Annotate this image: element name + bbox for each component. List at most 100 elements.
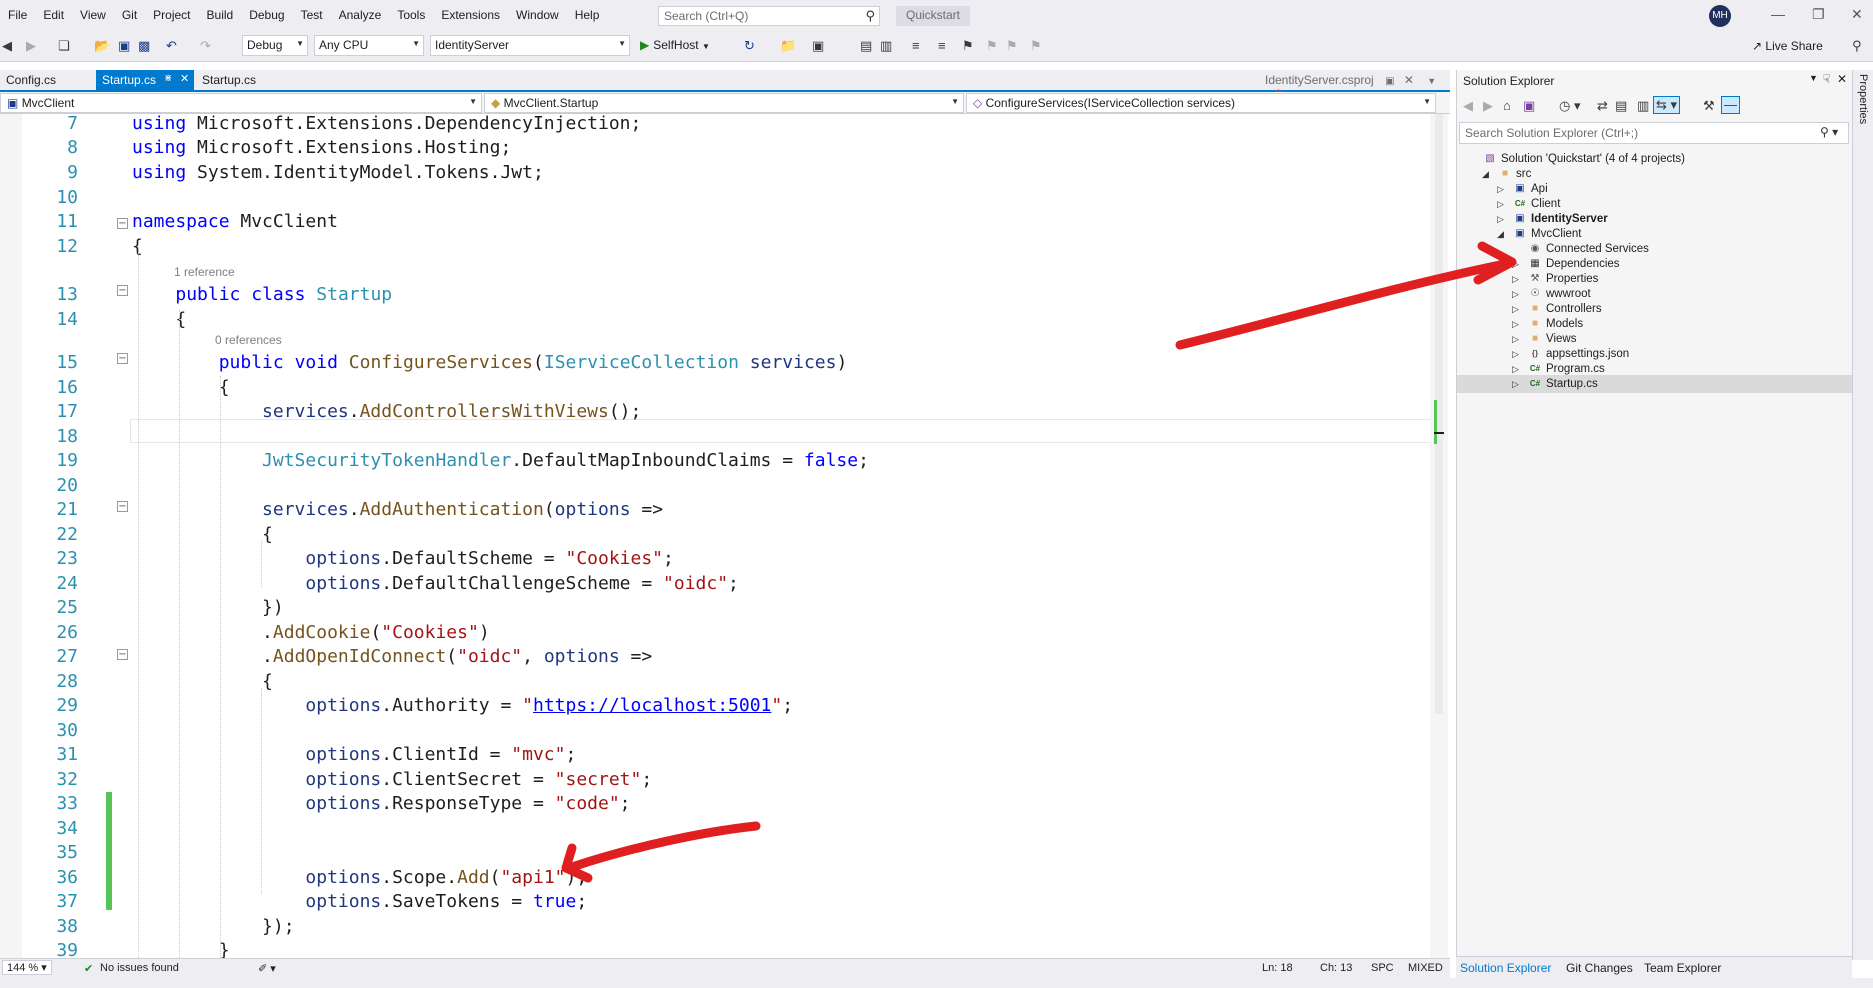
collapse-toggle-addauthentication[interactable]: − bbox=[117, 501, 128, 512]
member-dropdown[interactable]: ◇ ConfigureServices(IServiceCollection s… bbox=[966, 93, 1436, 113]
pending-changes-filter-icon[interactable]: ◷ ▾ bbox=[1559, 98, 1580, 114]
clear-bookmarks-icon[interactable]: ⚑ bbox=[1030, 38, 1042, 54]
refresh-icon[interactable]: ↻ bbox=[744, 38, 755, 54]
menu-tools[interactable]: Tools bbox=[389, 0, 433, 30]
navigate-forward-icon[interactable]: ▶ bbox=[26, 38, 36, 54]
keep-open-icon[interactable]: ▣ bbox=[1385, 76, 1394, 87]
screenshot-icon[interactable]: ▣ bbox=[812, 38, 824, 54]
sync-icon[interactable]: ⇄ bbox=[1597, 98, 1608, 114]
restore-icon[interactable]: ❐ bbox=[1812, 6, 1825, 23]
chevron-down-icon[interactable]: ▼ bbox=[1427, 76, 1436, 86]
menu-test[interactable]: Test bbox=[293, 0, 331, 30]
code-line[interactable]: 22 { bbox=[0, 523, 1440, 547]
browse-folder-icon[interactable]: 📁 bbox=[780, 38, 796, 54]
code-line[interactable]: 10 bbox=[0, 186, 1440, 210]
collapse-toggle-class[interactable]: − bbox=[117, 285, 128, 296]
live-share-button[interactable]: ↗ Live Share bbox=[1752, 39, 1823, 53]
collapse-toggle-addopenidconnect[interactable]: − bbox=[117, 649, 128, 660]
code-line[interactable]: 30 bbox=[0, 719, 1440, 743]
issues-status[interactable]: No issues found bbox=[100, 962, 179, 974]
code-line[interactable]: 38 }); bbox=[0, 915, 1440, 939]
run-button[interactable]: ▶ SelfHost ▼ bbox=[640, 38, 710, 52]
code-line[interactable]: 23 options.DefaultScheme = "Cookies"; bbox=[0, 547, 1440, 571]
menu-view[interactable]: View bbox=[72, 0, 114, 30]
close-icon[interactable]: ✕ bbox=[1404, 73, 1414, 87]
code-line[interactable]: 25 }) bbox=[0, 596, 1440, 620]
save-icon[interactable]: ▣ bbox=[118, 38, 130, 54]
whitespace-mode[interactable]: SPC bbox=[1371, 962, 1394, 974]
code-line[interactable]: 32 options.ClientSecret = "secret"; bbox=[0, 768, 1440, 792]
code-line[interactable]: 39 } bbox=[0, 939, 1440, 960]
tab-team-explorer[interactable]: Team Explorer bbox=[1644, 961, 1721, 975]
chevron-down-icon[interactable]: ▼ bbox=[1809, 73, 1818, 83]
bookmark-icon[interactable]: ⚑ bbox=[962, 38, 974, 54]
properties-side-tab[interactable]: Properties bbox=[1852, 70, 1873, 960]
tab-config-cs[interactable]: Config.cs bbox=[0, 70, 96, 90]
zoom-level-select[interactable]: 144 % ▾ bbox=[2, 960, 52, 975]
type-dropdown[interactable]: ◆ MvcClient.Startup ▼ bbox=[484, 93, 964, 113]
code-line[interactable]: 15 public void ConfigureServices(IServic… bbox=[0, 351, 1440, 375]
solution-search-input[interactable]: Search Solution Explorer (Ctrl+;) ⚲ ▾ bbox=[1459, 122, 1849, 144]
platform-select[interactable]: Any CPU ▼ bbox=[314, 35, 424, 56]
code-line[interactable]: 21 services.AddAuthentication(options => bbox=[0, 498, 1440, 522]
menu-extensions[interactable]: Extensions bbox=[433, 0, 508, 30]
menu-edit[interactable]: Edit bbox=[35, 0, 72, 30]
menu-build[interactable]: Build bbox=[199, 0, 242, 30]
back-icon[interactable]: ◀ bbox=[1463, 98, 1473, 114]
brush-icon[interactable]: ✐ ▾ bbox=[258, 962, 276, 975]
code-line[interactable]: 36 options.Scope.Add("api1"); bbox=[0, 866, 1440, 890]
menu-file[interactable]: File bbox=[0, 0, 35, 30]
menu-help[interactable]: Help bbox=[567, 0, 608, 30]
avatar[interactable]: MH bbox=[1709, 5, 1731, 27]
pin-icon[interactable]: ☟ bbox=[1823, 72, 1830, 86]
open-file-icon[interactable]: 📂 bbox=[94, 38, 110, 54]
tab-solution-explorer[interactable]: Solution Explorer bbox=[1460, 961, 1551, 975]
indent-icon[interactable]: ≡ bbox=[912, 38, 920, 54]
outdent-icon[interactable]: ≡ bbox=[938, 38, 946, 54]
codelens-method-references[interactable]: 0 references bbox=[215, 332, 282, 348]
track-active-item-icon[interactable]: ⇆ ▾ bbox=[1653, 96, 1681, 114]
feedback-icon[interactable]: ⚲ bbox=[1852, 38, 1862, 54]
code-line[interactable]: 37 options.SaveTokens = true; bbox=[0, 890, 1440, 914]
collapse-all-icon[interactable]: ▤ bbox=[1615, 98, 1627, 114]
code-line[interactable]: 7 using Microsoft.Extensions.DependencyIn… bbox=[0, 114, 1440, 136]
code-line[interactable]: 24 options.DefaultChallengeScheme = "oid… bbox=[0, 572, 1440, 596]
search-input[interactable]: Search (Ctrl+Q) ⚲ bbox=[658, 6, 880, 26]
code-line[interactable]: 29 options.Authority = "https://localhos… bbox=[0, 694, 1440, 718]
code-line[interactable]: 9 using System.IdentityModel.Tokens.Jwt; bbox=[0, 161, 1440, 185]
codelens-class-references[interactable]: 1 reference bbox=[174, 264, 235, 280]
code-line[interactable]: 35 bbox=[0, 841, 1440, 865]
undo-icon[interactable]: ↶ bbox=[166, 38, 177, 54]
prev-bookmark-icon[interactable]: ⚑ bbox=[986, 38, 998, 54]
code-editor[interactable]: 7 using Microsoft.Extensions.DependencyIn… bbox=[0, 114, 1450, 960]
code-line[interactable]: 11 namespace MvcClient bbox=[0, 210, 1440, 234]
show-all-files-icon[interactable]: ▥ bbox=[1637, 98, 1649, 114]
collapsed-chevron-icon[interactable]: ▷ bbox=[1512, 375, 1522, 393]
code-line[interactable]: 33 options.ResponseType = "code"; bbox=[0, 792, 1440, 816]
configuration-select[interactable]: Debug ▼ bbox=[242, 35, 308, 56]
close-window-icon[interactable]: ✕ bbox=[1851, 6, 1863, 23]
close-icon[interactable]: ✕ bbox=[180, 72, 189, 85]
code-line[interactable]: 12{ bbox=[0, 235, 1440, 259]
menu-project[interactable]: Project bbox=[145, 0, 198, 30]
preview-selected-icon[interactable]: — bbox=[1721, 96, 1740, 114]
switch-views-icon[interactable]: ▣ bbox=[1523, 98, 1535, 114]
new-project-icon[interactable]: ❏ bbox=[58, 38, 70, 54]
close-icon[interactable]: ✕ bbox=[1837, 72, 1847, 86]
code-line[interactable]: 13 public class Startup bbox=[0, 283, 1440, 307]
editor-scrollbar[interactable] bbox=[1430, 114, 1448, 960]
project-dropdown[interactable]: ▣ MvcClient ▼ bbox=[0, 93, 482, 113]
code-line[interactable]: 27 .AddOpenIdConnect("oidc", options => bbox=[0, 645, 1440, 669]
code-line[interactable]: 26 .AddCookie("Cookies") bbox=[0, 621, 1440, 645]
code-line[interactable]: 19 JwtSecurityTokenHandler.DefaultMapInb… bbox=[0, 449, 1440, 473]
menu-git[interactable]: Git bbox=[114, 0, 145, 30]
code-line[interactable]: 31 options.ClientId = "mvc"; bbox=[0, 743, 1440, 767]
code-line[interactable]: 17 services.AddControllersWithViews(); bbox=[0, 400, 1440, 424]
save-all-icon[interactable]: ▩ bbox=[138, 38, 150, 54]
layout-icon[interactable]: ▤ bbox=[860, 38, 872, 54]
menu-window[interactable]: Window bbox=[508, 0, 567, 30]
tab-startup-cs[interactable]: Startup.cs bbox=[196, 70, 286, 90]
startup-project-select[interactable]: IdentityServer ▼ bbox=[430, 35, 630, 56]
navigate-back-icon[interactable]: ◀ bbox=[2, 38, 12, 54]
menu-analyze[interactable]: Analyze bbox=[331, 0, 390, 30]
